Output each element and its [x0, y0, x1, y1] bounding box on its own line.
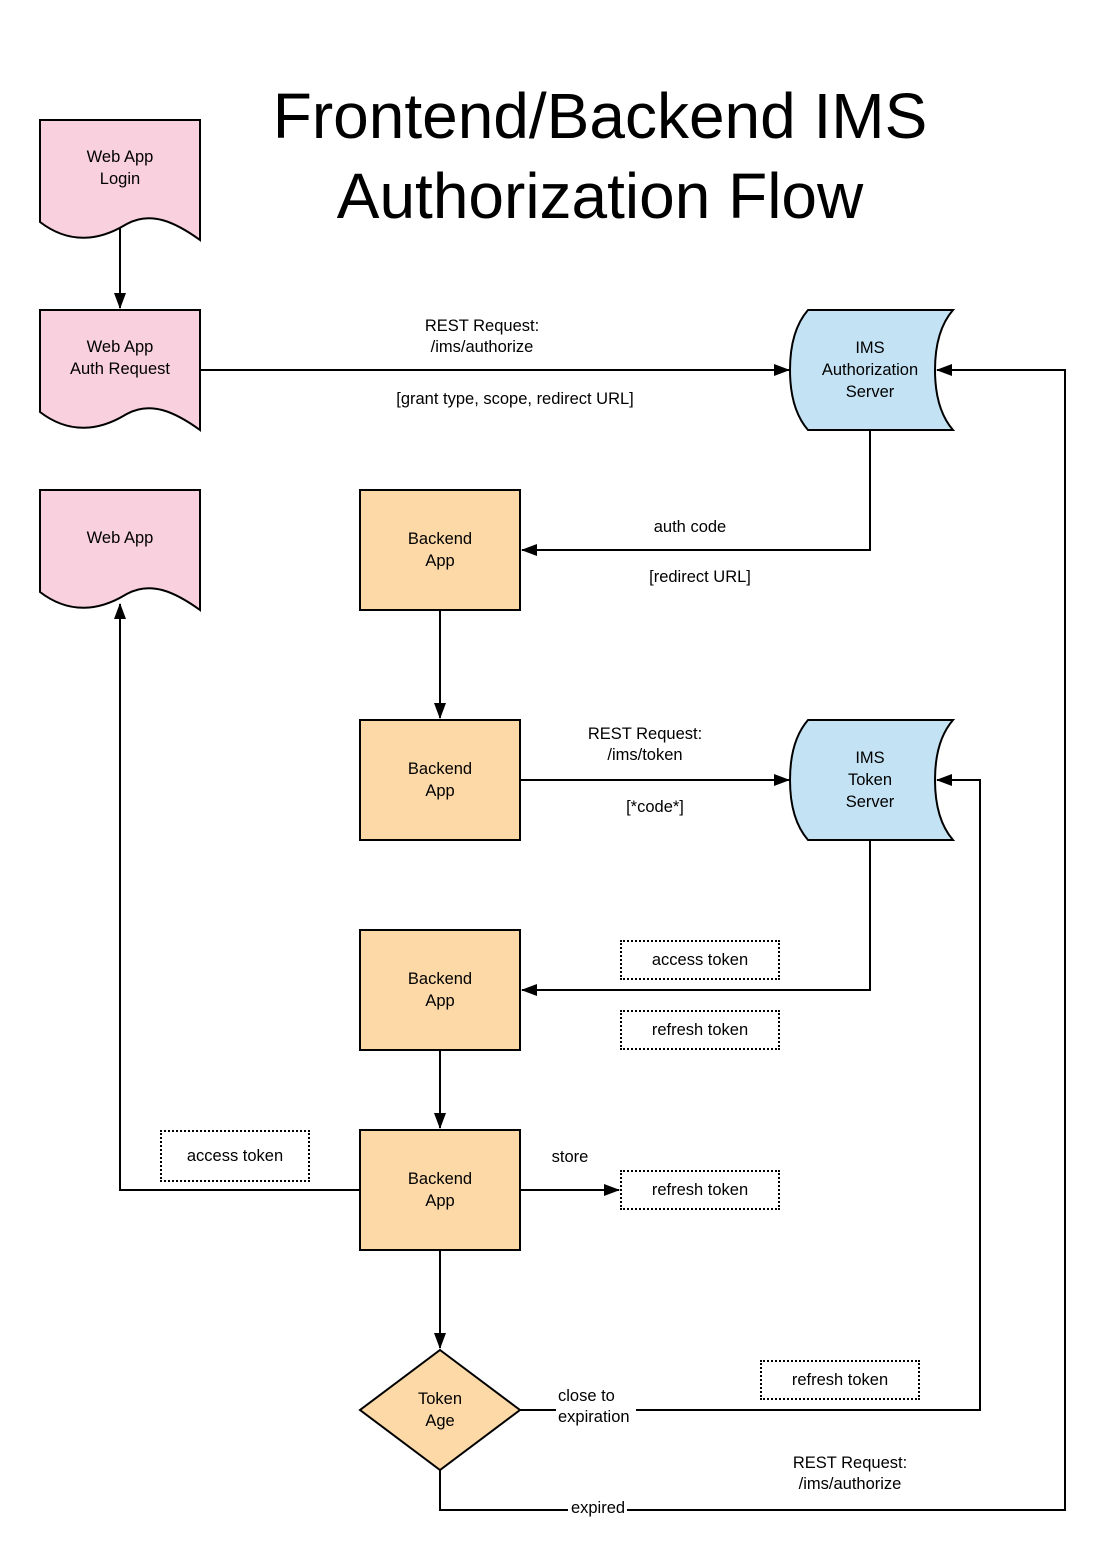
diagram-title-line-2: Authorization Flow — [336, 160, 864, 232]
backend-app-1-label: Backend App — [407, 530, 473, 570]
web-app-login-label: Web App Login — [86, 148, 154, 188]
reauthorize-request-label: REST Request: /ims/authorize — [792, 1454, 908, 1493]
diagram-title-line-1: Frontend/Backend IMS — [272, 80, 928, 152]
backend-app-2-label: Backend App — [407, 760, 473, 800]
renew-refresh-token-box: refresh token — [760, 1360, 920, 1400]
edge-token-age-expired — [439, 1470, 568, 1511]
token-params-label: [*code*] — [626, 798, 684, 816]
backend-app-4-label: Backend App — [407, 1170, 473, 1210]
ims-token-server-label: IMS Token Server — [845, 749, 895, 811]
expired-label: expired — [570, 1499, 626, 1517]
web-app-auth-request-label: Web App Auth Request — [70, 338, 170, 378]
refresh-token-box: refresh token — [620, 1010, 780, 1050]
authorize-request-label: REST Request: /ims/authorize — [424, 317, 540, 356]
authorize-params-label: [grant type, scope, redirect URL] — [396, 390, 634, 408]
edge-backend-4-to-web-app — [114, 603, 360, 1191]
redirect-url-label: [redirect URL] — [649, 568, 751, 586]
edge-close-to-expiration-to-token-server — [636, 774, 981, 1411]
access-token-to-web-app-box: access token — [160, 1130, 310, 1182]
token-request-label: REST Request: /ims/token — [587, 725, 703, 764]
ims-authorization-server-label: IMS Authorization Server — [821, 339, 919, 401]
stored-refresh-token-box: refresh token — [620, 1170, 780, 1210]
access-token-box: access token — [620, 940, 780, 980]
token-age-label: Token Age — [417, 1390, 463, 1430]
auth-code-label: auth code — [653, 518, 727, 536]
store-label: store — [551, 1148, 589, 1166]
backend-app-3-label: Backend App — [407, 970, 473, 1010]
web-app-label: Web App — [86, 529, 154, 547]
close-to-expiration-label: close to expiration — [558, 1387, 630, 1426]
